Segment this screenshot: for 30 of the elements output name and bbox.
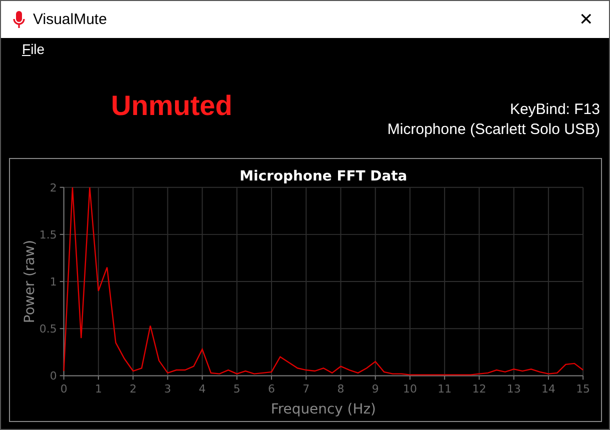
x-tick-label: 5: [233, 382, 240, 396]
x-tick-label: 13: [506, 382, 521, 396]
x-tick-label: 2: [130, 382, 137, 396]
x-tick-label: 10: [403, 382, 417, 396]
y-tick-label: 0.5: [39, 322, 57, 336]
x-tick-label: 8: [337, 382, 344, 396]
x-tick-label: 1: [94, 382, 102, 396]
y-axis-label: Power (raw): [22, 240, 38, 324]
y-tick-label: 1.5: [39, 228, 57, 242]
y-tick-label: 2: [50, 181, 57, 194]
keybind-text: KeyBind: F13: [510, 100, 600, 120]
mute-status: Unmuted: [111, 90, 234, 122]
device-name: Microphone (Scarlett Solo USB): [387, 120, 600, 140]
x-tick-label: 4: [198, 382, 206, 396]
x-tick-label: 14: [541, 382, 556, 396]
x-tick-label: 15: [576, 382, 590, 396]
x-tick-label: 3: [164, 382, 172, 396]
menu-item[interactable]: File: [13, 41, 54, 57]
window-title: VisualMute: [33, 11, 108, 28]
chart-title: Microphone FFT Data: [240, 168, 408, 184]
x-tick-label: 6: [268, 382, 275, 396]
x-tick-label: 12: [472, 382, 486, 396]
x-tick-label: 7: [302, 382, 310, 396]
microphone-icon: [13, 10, 25, 28]
x-tick-label: 11: [438, 382, 452, 396]
x-tick-label: 9: [372, 382, 379, 396]
x-tick-label: 0: [60, 382, 68, 396]
x-axis-label: Frequency (Hz): [270, 402, 376, 418]
y-tick-label: 0: [50, 370, 57, 383]
y-tick-label: 1: [50, 276, 57, 289]
